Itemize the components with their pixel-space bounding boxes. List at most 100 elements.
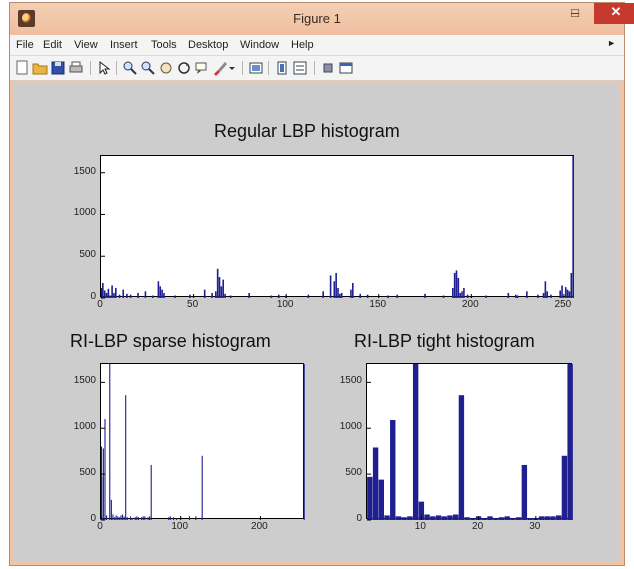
histogram-bar	[117, 516, 119, 520]
menu-file[interactable]: File	[16, 39, 34, 51]
title-bar[interactable]: Figure 1 – □ ✕	[10, 3, 634, 35]
histogram-bar	[435, 515, 442, 520]
axes-ri-lbp-tight[interactable]	[366, 363, 573, 521]
y-tick-label: 500	[79, 249, 96, 261]
histogram-bar	[322, 291, 324, 298]
maximize-button[interactable]: □	[562, 4, 588, 24]
histogram-bar	[366, 294, 369, 298]
histogram-bar	[188, 516, 191, 520]
histogram-bar	[141, 517, 143, 520]
colorbar-icon[interactable]	[274, 60, 290, 76]
pan-icon[interactable]	[158, 60, 174, 76]
menu-overflow-arrow-icon[interactable]: ►	[607, 38, 616, 48]
histogram-bar	[248, 292, 250, 298]
histogram-bar	[172, 517, 175, 520]
menu-desktop[interactable]: Desktop	[188, 39, 228, 51]
show-plot-tools-icon[interactable]	[338, 60, 354, 76]
histogram-bar	[168, 517, 170, 520]
histogram-bar	[220, 286, 223, 298]
histogram-bar	[559, 290, 561, 298]
zoom-in-icon[interactable]	[122, 60, 138, 76]
y-tick-label: 0	[90, 291, 96, 302]
histogram-bar	[115, 287, 117, 298]
x-tick-label: 250	[554, 299, 572, 310]
print-icon[interactable]	[68, 60, 84, 76]
histogram-bar	[121, 514, 124, 520]
menu-tools[interactable]: Tools	[151, 39, 177, 51]
histogram-bar	[201, 455, 203, 520]
histogram-bar	[107, 288, 110, 298]
histogram-bar	[537, 294, 539, 298]
brush-icon[interactable]	[212, 60, 228, 76]
save-icon[interactable]	[50, 60, 66, 76]
x-tick-label: 20	[472, 521, 484, 532]
histogram-bar	[222, 279, 225, 298]
histogram-bar	[516, 295, 519, 298]
histogram-bar	[214, 291, 217, 298]
window-title: Figure 1	[293, 11, 341, 26]
new-figure-icon[interactable]	[14, 60, 30, 76]
menu-edit[interactable]: Edit	[43, 39, 62, 51]
histogram-bar	[441, 516, 447, 520]
histogram-bar	[125, 395, 127, 520]
histogram-bar	[464, 517, 470, 520]
histogram-bar	[458, 395, 465, 520]
legend-icon[interactable]	[292, 60, 308, 76]
histogram-bar	[307, 294, 310, 298]
histogram-bar	[340, 292, 343, 298]
histogram-bar	[120, 515, 122, 520]
histogram-bar	[109, 364, 111, 520]
link-icon[interactable]	[248, 60, 264, 76]
axes-ri-lbp-sparse[interactable]	[100, 363, 305, 521]
y-tick-label: 0	[90, 513, 96, 524]
histogram-bar	[163, 292, 165, 298]
histogram-bar	[544, 281, 547, 298]
histogram-bar	[453, 272, 456, 298]
histogram-bar	[149, 516, 151, 520]
y-tick-label: 1500	[73, 165, 96, 177]
histogram-bar	[466, 294, 469, 298]
histogram-bar	[568, 291, 571, 298]
close-button[interactable]: ✕	[594, 3, 634, 24]
y-tick-label: 500	[79, 467, 96, 479]
histogram-bar	[216, 268, 219, 298]
histogram-bar	[189, 294, 191, 298]
menu-window[interactable]: Window	[240, 39, 279, 51]
histogram-bar	[396, 294, 399, 298]
menu-insert[interactable]: Insert	[110, 39, 138, 51]
histogram-bar	[352, 282, 354, 298]
figure-canvas: Regular LBP histogram 0 50 100 150 200 250 0 50…	[14, 83, 620, 561]
histogram-bar	[126, 517, 128, 520]
histogram-bar	[174, 295, 176, 298]
bars-regular-lbp	[100, 156, 574, 299]
axes-regular-lbp[interactable]	[100, 155, 574, 299]
histogram-bar	[384, 515, 390, 520]
histogram-bar	[134, 517, 136, 520]
histogram-bar	[451, 287, 454, 298]
histogram-bar	[335, 272, 337, 298]
hide-plot-tools-icon[interactable]	[320, 60, 336, 76]
histogram-bar	[470, 518, 476, 520]
data-cursor-icon[interactable]	[194, 60, 210, 76]
histogram-bar	[538, 516, 545, 520]
zoom-out-icon[interactable]	[140, 60, 156, 76]
pointer-icon[interactable]	[96, 60, 112, 76]
histogram-bar	[150, 464, 152, 520]
histogram-bar	[102, 448, 104, 520]
menu-view[interactable]: View	[74, 39, 98, 51]
histogram-bar	[144, 291, 147, 298]
x-tick-label: 200	[251, 521, 268, 532]
menu-help[interactable]: Help	[291, 39, 314, 51]
histogram-bar	[367, 476, 373, 520]
rotate-3d-icon[interactable]	[176, 60, 192, 76]
histogram-bar	[123, 516, 125, 520]
histogram-bar	[481, 518, 488, 520]
histogram-bar	[136, 516, 138, 520]
histogram-bar	[144, 516, 146, 520]
histogram-bar	[103, 290, 106, 298]
open-file-icon[interactable]	[32, 60, 48, 76]
histogram-bar	[504, 516, 510, 520]
histogram-bar	[550, 516, 556, 520]
histogram-bar	[105, 292, 108, 298]
histogram-bar	[542, 292, 545, 298]
